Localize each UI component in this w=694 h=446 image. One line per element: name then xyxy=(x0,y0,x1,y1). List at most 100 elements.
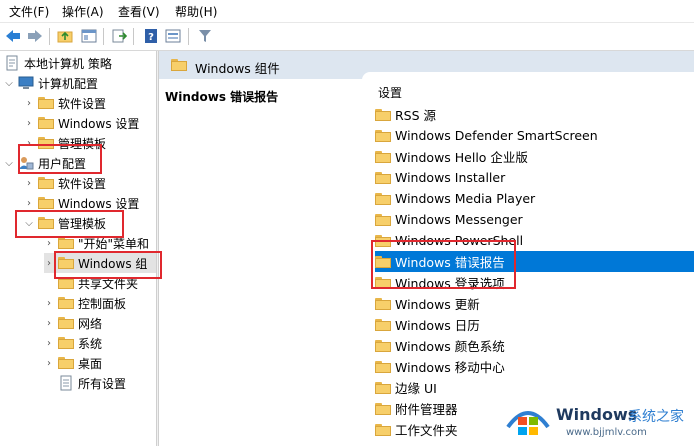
menu-view[interactable]: 查看(V) xyxy=(118,3,160,20)
help-icon[interactable]: ? xyxy=(141,26,161,46)
chevron-right-icon[interactable]: › xyxy=(24,178,34,189)
tree-label: 管理模板 xyxy=(58,216,107,231)
chevron-right-icon[interactable]: › xyxy=(44,338,54,349)
menu-file[interactable]: 文件(F) xyxy=(9,3,49,20)
tree-label: 网络 xyxy=(78,316,103,331)
settings-list-icon xyxy=(58,375,74,391)
chevron-right-icon[interactable]: › xyxy=(44,298,54,309)
chevron-right-icon[interactable]: › xyxy=(24,138,34,149)
chevron-right-icon[interactable]: › xyxy=(44,238,54,249)
user-icon xyxy=(18,155,34,171)
list-item-label: Windows Media Player xyxy=(395,191,536,206)
list-item-label: Windows 移动中心 xyxy=(395,360,505,375)
list-item[interactable]: Windows Media Player xyxy=(375,188,694,209)
tree-item-windows-settings[interactable]: › Windows 设置 xyxy=(24,113,139,133)
menu-help[interactable]: 帮助(H) xyxy=(175,3,217,20)
tree-label: 共享文件夹 xyxy=(78,276,139,291)
list-item[interactable]: Windows 登录选项 xyxy=(375,272,694,293)
folder-icon xyxy=(375,318,391,331)
folder-icon xyxy=(38,197,54,209)
tree-item-all-settings[interactable]: 所有设置 xyxy=(58,373,126,393)
folder-icon xyxy=(58,317,74,329)
watermark: Windows 系统之家 www.bjjmlv.com xyxy=(502,393,694,446)
filter-icon[interactable] xyxy=(195,26,215,46)
folder-icon xyxy=(58,237,74,249)
watermark-site-name: 系统之家 xyxy=(628,409,684,425)
tree-label: 桌面 xyxy=(78,356,103,371)
chevron-down-icon[interactable]: ⌵ xyxy=(4,158,14,169)
show-hide-tree-icon[interactable] xyxy=(79,26,99,46)
folder-icon xyxy=(38,117,54,129)
tree-item-user-software-settings[interactable]: › 软件设置 xyxy=(24,173,106,193)
up-folder-icon[interactable] xyxy=(55,26,75,46)
back-arrow-icon[interactable] xyxy=(3,26,23,46)
list-item-label: Windows 错误报告 xyxy=(395,255,505,270)
tree-item-desktop[interactable]: › 桌面 xyxy=(44,353,102,373)
chevron-down-icon[interactable]: ⌵ xyxy=(24,218,34,229)
folder-icon xyxy=(58,357,74,369)
tree-item-software-settings[interactable]: › 软件设置 xyxy=(24,93,106,113)
watermark-brand: Windows xyxy=(556,405,638,424)
chevron-right-icon[interactable]: › xyxy=(44,318,54,329)
folder-icon xyxy=(58,337,74,349)
list-item[interactable]: Windows Messenger xyxy=(375,209,694,230)
chevron-down-icon[interactable]: ⌵ xyxy=(4,78,14,89)
list-item[interactable]: Windows 日历 xyxy=(375,314,694,335)
folder-icon xyxy=(375,171,391,184)
tree-item-user-admin-templates[interactable]: ⌵ 管理模板 xyxy=(24,213,106,233)
forward-arrow-icon[interactable] xyxy=(25,26,45,46)
folder-icon xyxy=(375,234,391,247)
properties-icon[interactable] xyxy=(163,26,183,46)
list-item[interactable]: Windows Hello 企业版 xyxy=(375,146,694,167)
tree-item-system[interactable]: › 系统 xyxy=(44,333,102,353)
tree-item-shared-folders[interactable]: 共享文件夹 xyxy=(58,273,138,293)
folder-icon xyxy=(375,129,391,142)
list-item-label: RSS 源 xyxy=(395,108,437,123)
chevron-right-icon[interactable]: › xyxy=(24,98,34,109)
tree-item-user-windows-settings[interactable]: › Windows 设置 xyxy=(24,193,139,213)
tree-label: 系统 xyxy=(78,336,103,351)
description-title: Windows 错误报告 xyxy=(165,90,279,104)
tree-root[interactable]: 本地计算机 策略 xyxy=(4,53,112,73)
list-item-label: 附件管理器 xyxy=(395,402,458,417)
folder-open-icon xyxy=(38,217,54,229)
list-item[interactable]: RSS 源 xyxy=(375,104,694,125)
tree-item-user-config[interactable]: ⌵ 用户配置 xyxy=(4,153,86,173)
tree-item-admin-templates[interactable]: › 管理模板 xyxy=(24,133,106,153)
list-item-selected[interactable]: Windows 错误报告 xyxy=(375,251,694,272)
tree-item-network[interactable]: › 网络 xyxy=(44,313,102,333)
tree-label: "开始"菜单和 xyxy=(78,236,150,251)
tree-item-computer-config[interactable]: ⌵ 计算机配置 xyxy=(4,73,98,93)
export-list-icon[interactable] xyxy=(109,26,129,46)
list-column-header[interactable]: 设置 xyxy=(378,84,402,101)
list-item-label: Windows Defender SmartScreen xyxy=(395,128,598,143)
folder-icon xyxy=(375,276,391,289)
list-item-label: Windows Messenger xyxy=(395,212,523,227)
navigation-tree: 本地计算机 策略 ⌵ 计算机配置 › 软件设置 › Windows 设置 › 管… xyxy=(0,51,156,446)
list-item[interactable]: Windows 移动中心 xyxy=(375,356,694,377)
watermark-url: www.bjjmlv.com xyxy=(566,427,647,438)
list-item[interactable]: Windows Defender SmartScreen xyxy=(375,125,694,146)
chevron-right-icon[interactable]: › xyxy=(24,198,34,209)
list-item[interactable]: Windows 更新 xyxy=(375,293,694,314)
folder-icon xyxy=(375,360,391,373)
list-item[interactable]: Windows Installer xyxy=(375,167,694,188)
tree-label: 软件设置 xyxy=(58,96,107,111)
tree-label: 所有设置 xyxy=(78,376,127,391)
tree-label: 用户配置 xyxy=(38,156,87,171)
tree-item-control-panel[interactable]: › 控制面板 xyxy=(44,293,126,313)
list-item-label: Windows Hello 企业版 xyxy=(395,150,528,165)
chevron-right-icon[interactable]: › xyxy=(44,358,54,369)
list-item[interactable]: Windows 颜色系统 xyxy=(375,335,694,356)
menu-action[interactable]: 操作(A) xyxy=(62,3,104,20)
chevron-right-icon[interactable]: › xyxy=(24,118,34,129)
chevron-right-icon[interactable]: › xyxy=(44,258,54,269)
tree-item-start-menu[interactable]: › "开始"菜单和 xyxy=(44,233,149,253)
list-item[interactable]: Windows PowerShell xyxy=(375,230,694,251)
folder-icon xyxy=(58,277,74,289)
tree-item-windows-components[interactable]: › Windows 组 xyxy=(44,253,156,273)
folder-icon xyxy=(375,297,391,310)
list-item-label: Windows Installer xyxy=(395,170,506,185)
computer-icon xyxy=(18,75,34,91)
folder-icon xyxy=(375,402,391,415)
